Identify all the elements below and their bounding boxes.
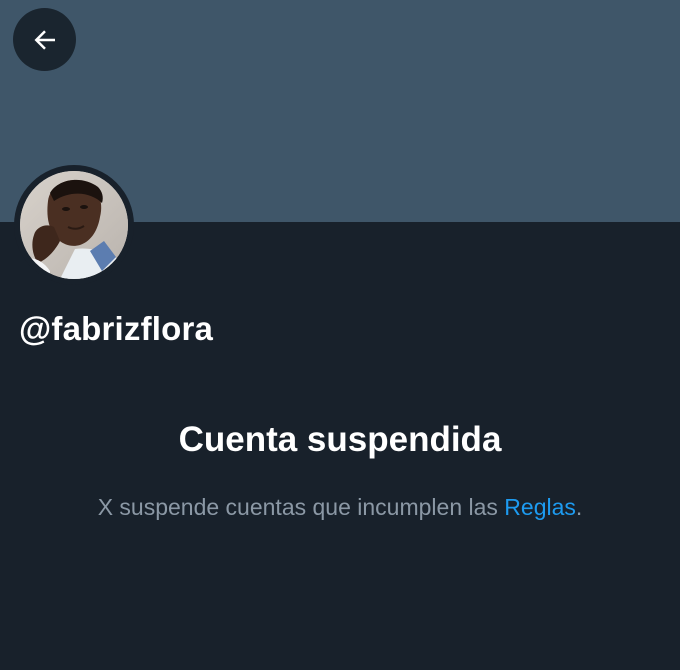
profile-handle: @fabrizflora — [19, 310, 214, 347]
back-button[interactable] — [13, 8, 76, 71]
suspended-message-period: . — [575, 494, 583, 520]
avatar-image — [20, 171, 128, 279]
avatar[interactable] — [14, 165, 134, 285]
suspended-message-text: X suspende cuentas que incumplen las — [97, 494, 505, 520]
rules-link[interactable]: Reglas — [504, 494, 576, 520]
profile-page: @fabrizflora Cuenta suspendida X suspend… — [0, 0, 680, 670]
arrow-left-icon — [30, 25, 60, 55]
suspended-message: X suspende cuentas que incumplen las Reg… — [0, 494, 680, 521]
suspended-title: Cuenta suspendida — [178, 420, 502, 459]
